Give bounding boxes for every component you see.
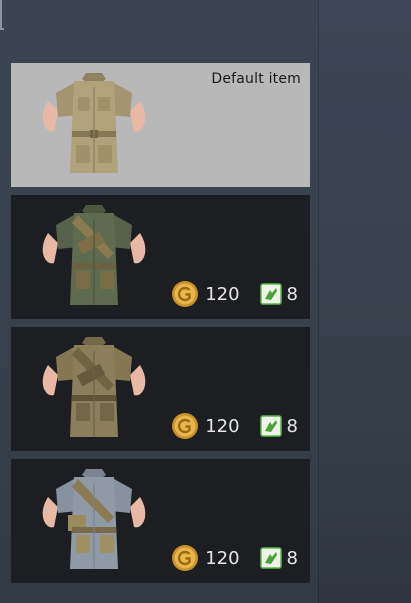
ticket-icon	[259, 283, 282, 305]
price-row: 120 8	[171, 412, 298, 440]
uniform-image	[42, 73, 146, 173]
price-row: 120 8	[171, 280, 298, 308]
ticket-price: 8	[286, 283, 298, 305]
default-item-card[interactable]: Default item	[11, 63, 310, 187]
uniform-image	[42, 337, 146, 437]
uniform-item-card[interactable]: 120 8	[11, 459, 310, 583]
gold-price: 120	[205, 415, 240, 437]
ticket-icon	[259, 415, 282, 437]
ticket-icon	[259, 547, 282, 569]
gold-coin-icon	[172, 413, 199, 439]
uniform-image	[42, 205, 146, 305]
uniform-item-card[interactable]: 120 8	[11, 195, 310, 319]
corner-mark	[0, 0, 4, 30]
gold-price: 120	[205, 547, 240, 569]
gold-price: 120	[205, 283, 240, 305]
uniform-image	[42, 469, 146, 569]
gold-coin-icon	[172, 281, 199, 307]
price-row: 120 8	[171, 544, 298, 572]
ticket-price: 8	[286, 415, 298, 437]
panel-divider	[318, 0, 319, 603]
default-item-label: Default item	[211, 71, 301, 87]
gold-coin-icon	[172, 545, 199, 571]
uniform-item-card[interactable]: 120 8	[11, 327, 310, 451]
ticket-price: 8	[286, 547, 298, 569]
